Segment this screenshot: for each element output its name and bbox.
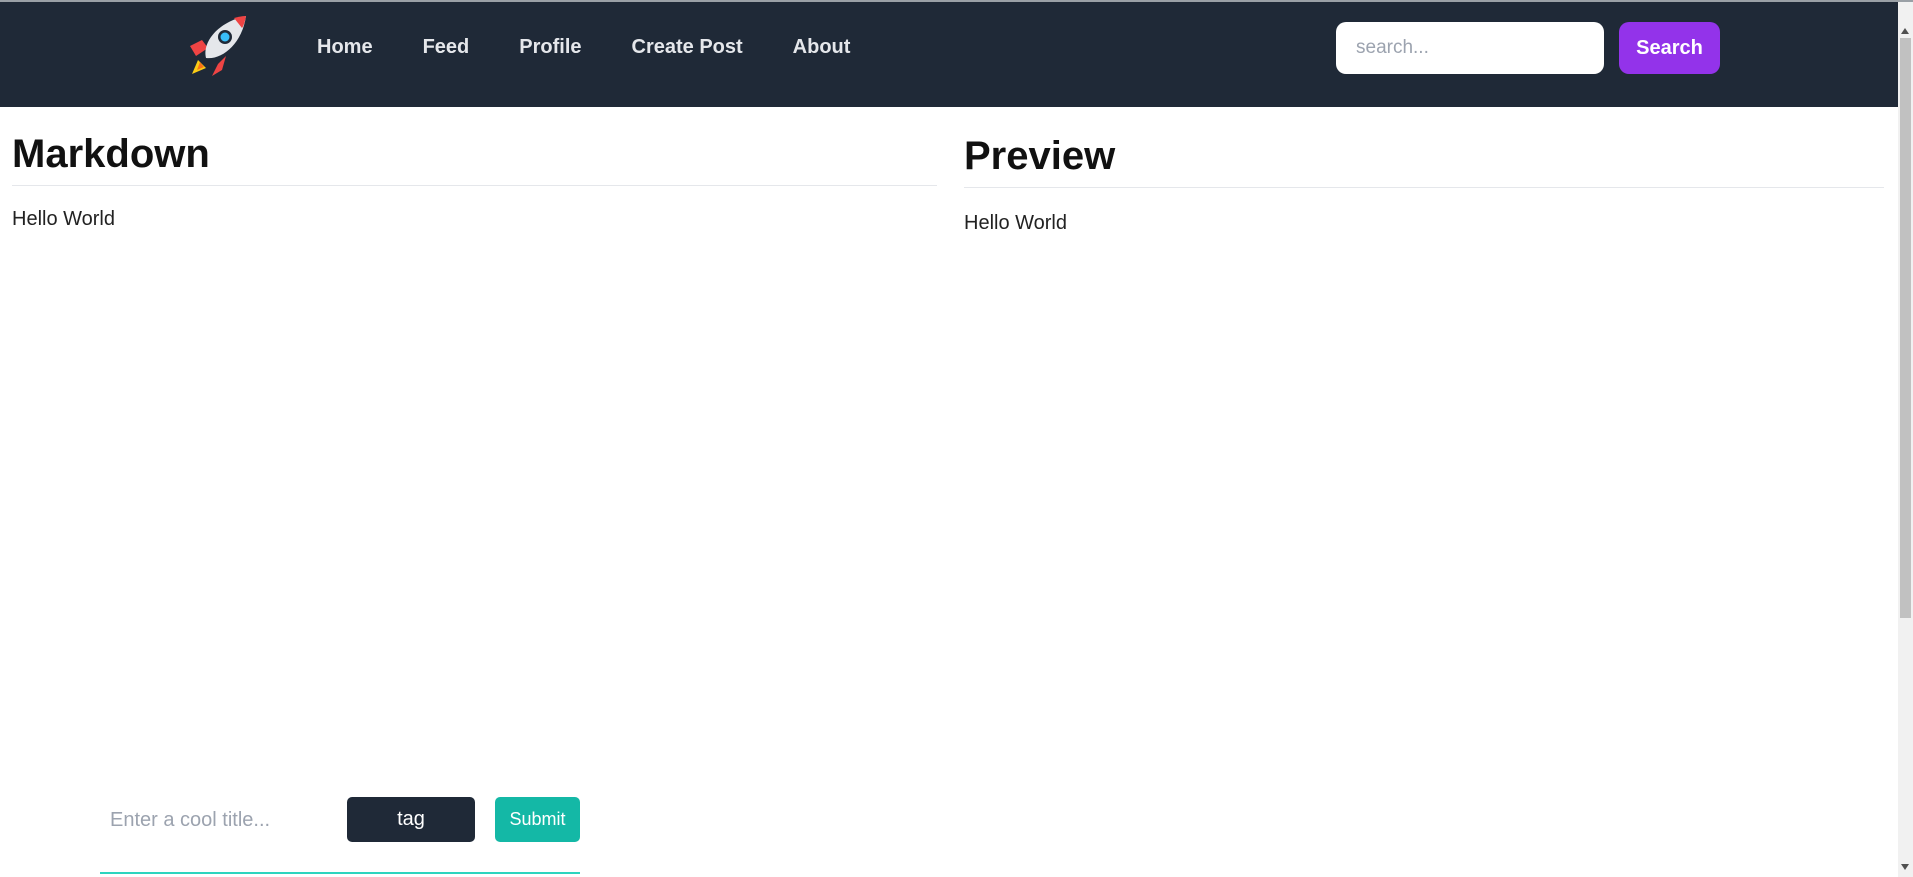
markdown-editor[interactable]: Hello World [12, 208, 932, 748]
search-input[interactable] [1336, 22, 1604, 74]
preview-heading: Preview [964, 134, 1116, 178]
nav-links: Home Feed Profile Create Post About [317, 36, 900, 59]
rocket-icon [190, 16, 246, 76]
markdown-heading: Markdown [12, 132, 210, 176]
rocket-logo[interactable] [188, 12, 252, 78]
search-button[interactable]: Search [1619, 22, 1720, 74]
title-input-underline [100, 872, 580, 874]
vertical-scrollbar[interactable] [1898, 2, 1913, 877]
nav-link-feed[interactable]: Feed [423, 36, 470, 59]
submit-button[interactable]: Submit [495, 797, 580, 842]
nav-link-profile[interactable]: Profile [519, 36, 581, 59]
scroll-up-arrow-icon[interactable] [1901, 28, 1909, 34]
nav-link-create-post[interactable]: Create Post [632, 36, 743, 59]
preview-content: Hello World [964, 212, 1067, 234]
post-title-input[interactable] [100, 797, 335, 843]
preview-divider [964, 187, 1884, 188]
navbar: Home Feed Profile Create Post About Sear… [0, 2, 1898, 107]
scroll-thumb[interactable] [1900, 38, 1911, 618]
tag-button[interactable]: tag [347, 797, 475, 842]
scroll-down-arrow-icon[interactable] [1901, 864, 1909, 870]
nav-link-home[interactable]: Home [317, 36, 373, 59]
nav-link-about[interactable]: About [793, 36, 851, 59]
markdown-divider [12, 185, 937, 186]
